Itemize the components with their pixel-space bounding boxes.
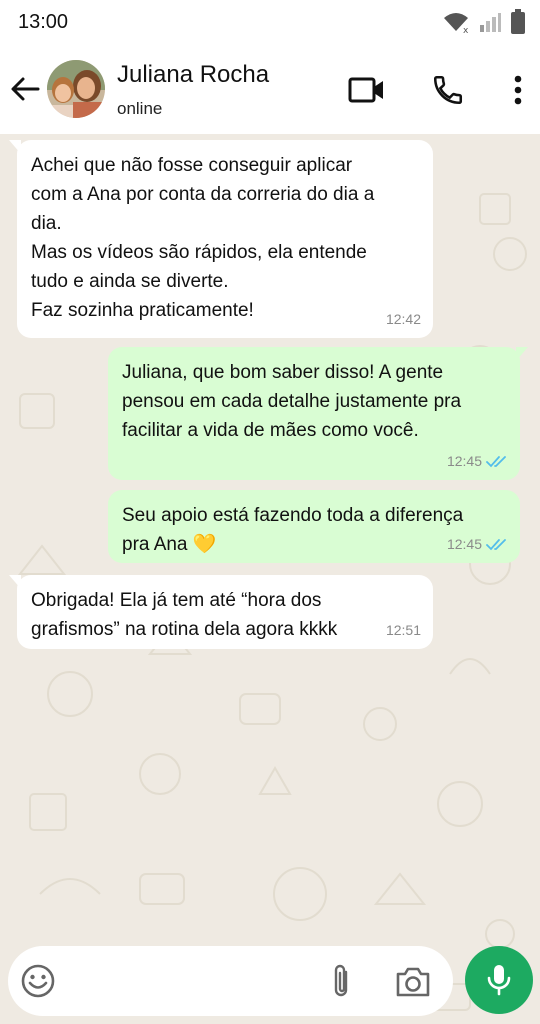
message-text: Achei que não fosse conseguir aplicar co… xyxy=(31,155,375,321)
emoji-icon xyxy=(21,964,55,998)
battery-icon xyxy=(511,9,525,34)
bubble-tail xyxy=(9,575,21,589)
status-bar: 13:00 x xyxy=(0,0,540,46)
message-bubble-incoming[interactable]: Achei que não fosse conseguir aplicar co… xyxy=(9,140,433,338)
camera-button[interactable] xyxy=(393,964,433,1000)
videocam-icon xyxy=(348,77,383,103)
contact-status: online xyxy=(117,99,163,118)
contact-name[interactable]: Juliana Rocha xyxy=(117,61,269,89)
voice-message-button[interactable] xyxy=(465,946,533,1014)
message-time: 12:51 xyxy=(385,622,421,638)
avatar-photo xyxy=(47,60,105,118)
message-meta: 12:51 xyxy=(386,616,421,645)
mic-icon xyxy=(487,965,511,996)
status-icons: x xyxy=(442,8,526,36)
message-text: Juliana, que bom saber disso! A gente pe… xyxy=(122,362,462,441)
message-text: Obrigada! Ela já tem até “hora dos grafi… xyxy=(31,590,338,640)
attach-icon xyxy=(334,964,348,997)
message-bubble-incoming[interactable]: Obrigada! Ela já tem até “hora dos grafi… xyxy=(9,575,433,649)
phone-icon xyxy=(433,75,463,105)
attach-button[interactable] xyxy=(326,962,356,1000)
emoji-button[interactable] xyxy=(20,963,56,999)
video-call-button[interactable] xyxy=(347,70,387,110)
read-receipt-icon xyxy=(486,538,506,550)
message-time: 12:42 xyxy=(385,311,421,327)
voice-call-button[interactable] xyxy=(428,70,468,110)
message-bubble-outgoing[interactable]: Seu apoio está fazendo toda a diferença … xyxy=(108,490,520,563)
message-meta: 12:45 xyxy=(447,447,508,476)
bubble-tail xyxy=(9,140,21,154)
message-time: 12:45 xyxy=(446,536,482,552)
chat-header: Juliana Rocha online xyxy=(0,46,540,134)
read-receipt-icon xyxy=(486,455,506,467)
arrow-back-icon xyxy=(11,77,40,101)
more-options-button[interactable] xyxy=(498,70,538,110)
camera-icon xyxy=(396,967,430,997)
svg-text:x: x xyxy=(463,26,469,34)
message-time: 12:45 xyxy=(446,453,482,469)
message-meta: 12:42 xyxy=(386,305,421,334)
wifi-icon: x xyxy=(444,13,469,34)
signal-icon xyxy=(480,13,501,32)
message-meta: 12:45 xyxy=(447,530,508,559)
more-vert-icon xyxy=(514,75,522,105)
back-button[interactable] xyxy=(8,72,42,106)
status-time: 13:00 xyxy=(18,11,69,33)
chat-area[interactable]: Achei que não fosse conseguir aplicar co… xyxy=(0,134,540,1024)
message-input[interactable] xyxy=(66,964,316,998)
message-bubble-outgoing[interactable]: Juliana, que bom saber disso! A gente pe… xyxy=(108,347,528,480)
bubble-tail xyxy=(516,347,528,361)
message-composer xyxy=(8,946,453,1016)
avatar[interactable] xyxy=(47,60,105,118)
